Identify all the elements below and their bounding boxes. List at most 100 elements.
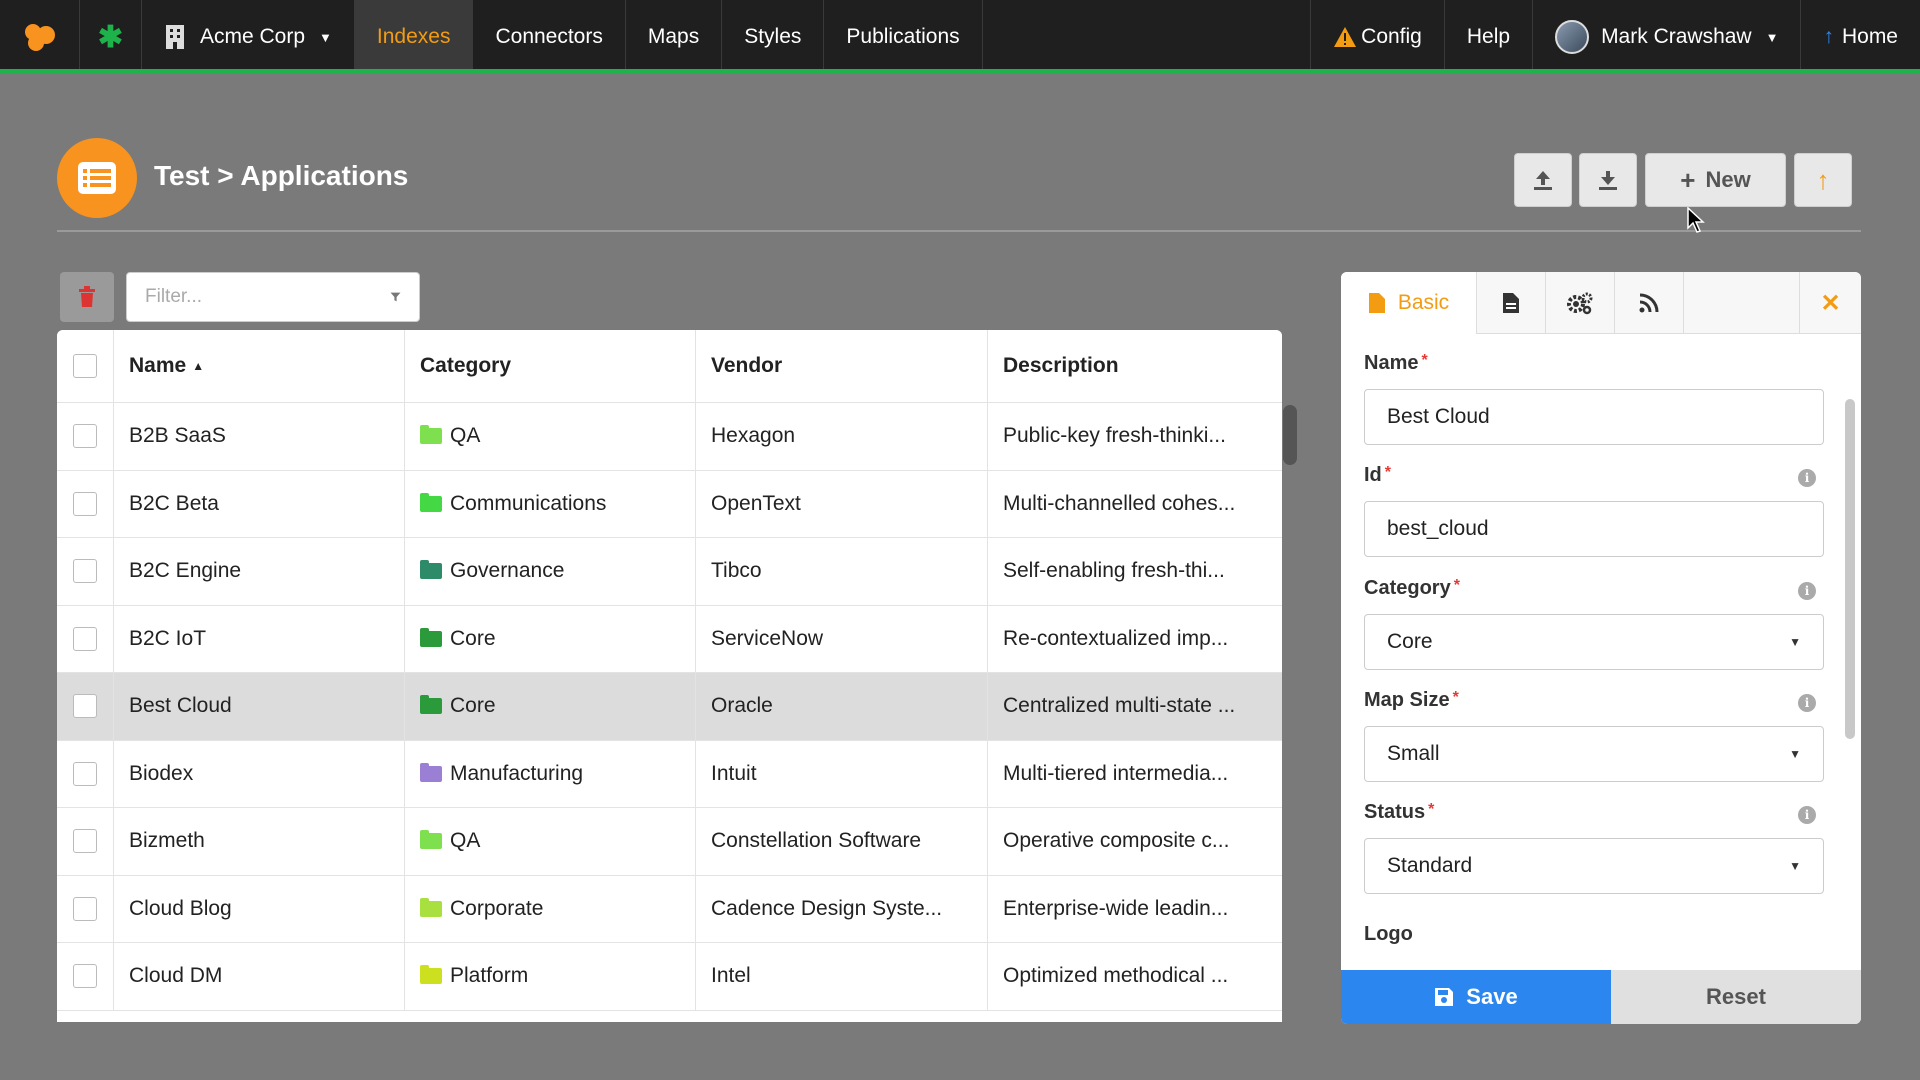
row-checkbox[interactable] — [73, 829, 97, 854]
column-header-vendor[interactable]: Vendor — [696, 330, 988, 402]
caret-down-icon: ▼ — [1789, 859, 1801, 873]
panel-tabs: Basic ✕ — [1341, 272, 1861, 334]
cell-vendor: Cadence Design Syste... — [696, 875, 988, 942]
status-label-text: Status — [1364, 801, 1426, 823]
row-checkbox[interactable] — [73, 424, 97, 449]
category-label: Communications — [450, 491, 607, 515]
cell-vendor: ServiceNow — [696, 605, 988, 672]
save-button[interactable]: Save — [1341, 970, 1611, 1024]
cell-description: Centralized multi-state ... — [1003, 694, 1236, 718]
info-icon[interactable]: i — [1798, 469, 1816, 487]
reset-button[interactable]: Reset — [1611, 970, 1861, 1024]
caret-down-icon: ▼ — [1789, 635, 1801, 649]
asterisk-icon[interactable]: ✱ — [80, 0, 142, 74]
floppy-disk-icon — [1435, 988, 1454, 1006]
upload-icon — [1534, 171, 1552, 190]
nav-item-styles[interactable]: Styles — [722, 0, 825, 74]
nav-item-maps[interactable]: Maps — [626, 0, 723, 74]
info-icon[interactable]: i — [1798, 694, 1816, 712]
required-asterisk: * — [1452, 689, 1459, 706]
tab-document[interactable] — [1477, 272, 1546, 334]
new-button[interactable]: + New — [1645, 153, 1786, 207]
cell-category: Communications — [405, 470, 696, 537]
table-row[interactable]: Biodex Manufacturing Intuit Multi-tiered in… — [57, 740, 1282, 808]
select-all-checkbox[interactable] — [73, 354, 97, 378]
id-field-label: Id * — [1364, 464, 1391, 487]
tab-feed[interactable] — [1615, 272, 1684, 334]
avatar — [1555, 20, 1590, 54]
user-menu[interactable]: Mark Crawshaw ▼ — [1533, 0, 1802, 74]
nav-item-connectors[interactable]: Connectors — [473, 0, 626, 74]
row-checkbox[interactable] — [73, 626, 97, 651]
cell-description: Multi-channelled cohes... — [1003, 491, 1236, 515]
help-link[interactable]: Help — [1445, 0, 1534, 74]
category-label: Corporate — [450, 896, 544, 920]
required-asterisk: * — [1421, 352, 1428, 369]
cell-name: B2C IoT — [114, 605, 405, 672]
download-icon — [1599, 171, 1617, 190]
category-label: QA — [450, 829, 481, 853]
info-icon[interactable]: i — [1798, 806, 1816, 824]
cell-name: Cloud Blog — [114, 875, 405, 942]
cell-name: B2C Beta — [114, 470, 405, 537]
column-header-description[interactable]: Description — [988, 330, 1282, 402]
row-checkbox[interactable] — [73, 559, 97, 584]
config-link[interactable]: Config — [1311, 0, 1445, 74]
nav-item-indexes[interactable]: Indexes — [354, 0, 474, 74]
upload-button[interactable] — [1514, 153, 1572, 207]
filter-field[interactable] — [126, 272, 420, 322]
org-name: Acme Corp — [200, 25, 306, 48]
cell-category: QA — [405, 403, 696, 470]
panel-scrollbar[interactable] — [1845, 399, 1855, 739]
filter-input[interactable] — [145, 286, 390, 308]
row-checkbox[interactable] — [73, 491, 97, 516]
table-row[interactable]: B2C Beta Communications OpenText Multi-chan… — [57, 470, 1282, 538]
row-checkbox[interactable] — [73, 896, 97, 921]
table-row[interactable]: B2C Engine Governance Tibco Self-enabling f… — [57, 538, 1282, 606]
row-checkbox[interactable] — [73, 964, 97, 989]
cell-description: Re-contextualized imp... — [1003, 626, 1229, 650]
mouse-pointer-icon — [1687, 207, 1705, 233]
home-link[interactable]: ↑ Home — [1801, 0, 1920, 74]
table-row[interactable]: B2B SaaS QA Hexagon Public-key fresh-thinki… — [57, 403, 1282, 471]
status-field-label: Status * — [1364, 801, 1434, 824]
row-select-cell — [57, 673, 114, 740]
category-label: QA — [450, 424, 481, 448]
filter-icon[interactable] — [390, 287, 401, 307]
cell-description: Operative composite c... — [1003, 829, 1230, 853]
nav-item-publications[interactable]: Publications — [824, 0, 983, 74]
app-logo[interactable] — [0, 0, 80, 74]
table-row[interactable]: Cloud Blog Corporate Cadence Design Syste.… — [57, 875, 1282, 943]
tab-settings[interactable] — [1546, 272, 1615, 334]
name-field[interactable]: Best Cloud — [1364, 389, 1824, 445]
table-row[interactable]: B2C IoT Core ServiceNow Re-contextualized i… — [57, 605, 1282, 673]
row-checkbox[interactable] — [73, 694, 97, 719]
status-select[interactable]: Standard ▼ — [1364, 838, 1824, 894]
cell-vendor: Intel — [696, 943, 988, 1010]
column-header-category[interactable]: Category — [405, 330, 696, 402]
tab-basic[interactable]: Basic — [1341, 272, 1477, 334]
category-select[interactable]: Core ▼ — [1364, 614, 1824, 670]
folder-icon — [420, 560, 442, 580]
table-scrollbar[interactable] — [1283, 405, 1297, 465]
org-selector[interactable]: Acme Corp ▼ — [142, 0, 355, 74]
cell-name: Cloud DM — [114, 943, 405, 1010]
table-row[interactable]: Best Cloud Core Oracle Centralized multi-st… — [57, 673, 1282, 741]
row-select-cell — [57, 470, 114, 537]
table-row[interactable]: Cloud DM Platform Intel Optimized methodica… — [57, 943, 1282, 1011]
id-field[interactable]: best_cloud — [1364, 501, 1824, 557]
row-checkbox[interactable] — [73, 761, 97, 786]
download-button[interactable] — [1579, 153, 1637, 207]
close-icon[interactable]: ✕ — [1799, 272, 1861, 334]
info-icon[interactable]: i — [1798, 582, 1816, 600]
cell-vendor: Hexagon — [696, 403, 988, 470]
save-label: Save — [1466, 984, 1518, 1009]
arrow-up-button[interactable]: ↑ — [1794, 153, 1852, 207]
delete-button[interactable] — [60, 272, 114, 322]
cell-name: B2B SaaS — [114, 403, 405, 470]
home-label: Home — [1841, 25, 1898, 48]
map-size-select[interactable]: Small ▼ — [1364, 726, 1824, 782]
column-header-name[interactable]: Name ▲ — [114, 330, 405, 402]
table-row[interactable]: Bizmeth QA Constellation Software Operative… — [57, 808, 1282, 876]
trash-icon — [79, 286, 95, 307]
